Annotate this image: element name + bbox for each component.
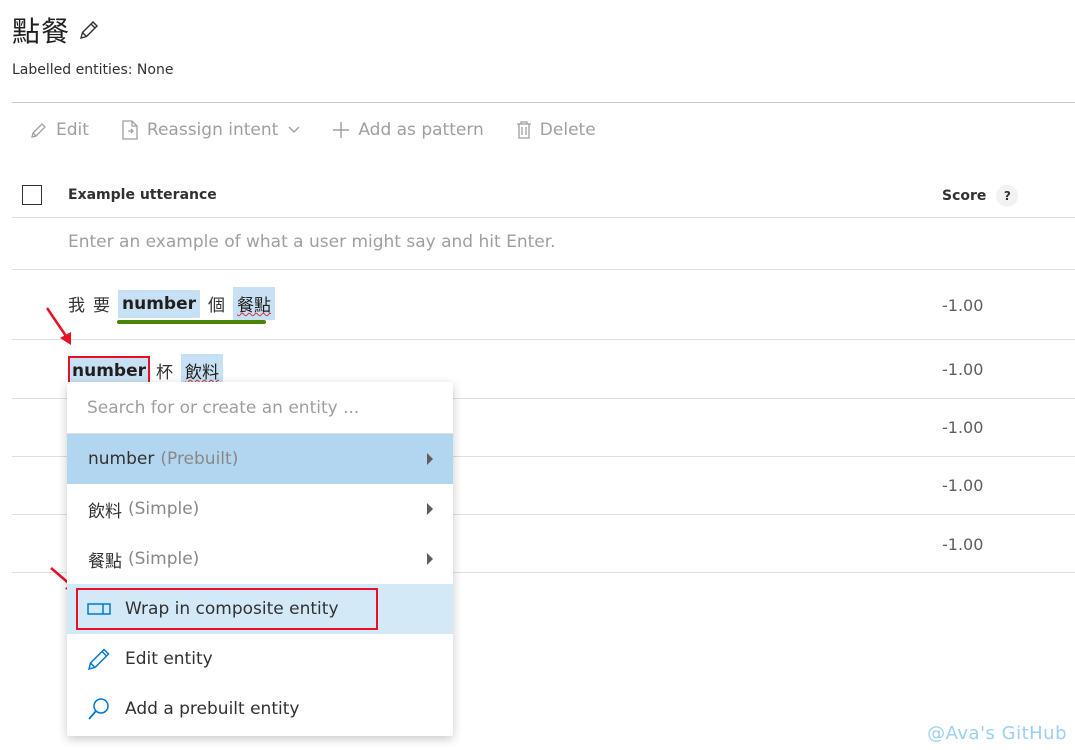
menu-item-number[interactable]: number (Prebuilt) — [67, 434, 453, 484]
score-value: -1.00 — [942, 360, 984, 379]
entity-search-input[interactable]: Search for or create an entity ... — [87, 398, 359, 418]
score-value: -1.00 — [942, 476, 984, 495]
entity-search-field[interactable]: Search for or create an entity ... — [67, 382, 453, 434]
document-icon — [122, 120, 138, 140]
caret-right-icon — [427, 553, 433, 565]
edit-label: Edit — [56, 120, 89, 140]
composite-entity-underline[interactable] — [117, 320, 266, 324]
trash-icon — [516, 121, 531, 139]
score-value: -1.00 — [942, 296, 984, 315]
entity-token-number-selected[interactable]: number — [67, 355, 151, 386]
score-label: Score — [942, 188, 987, 204]
table-header: Example utterance Score ? — [12, 172, 1075, 218]
entity-token-number[interactable]: number — [118, 289, 201, 318]
menu-item-drink[interactable]: 飲料 (Simple) — [67, 484, 453, 534]
column-header-score[interactable]: Score ? — [942, 185, 1019, 207]
menu-item-meal[interactable]: 餐點 (Simple) — [67, 534, 453, 584]
caret-right-icon — [427, 503, 433, 515]
score-value: -1.00 — [942, 418, 984, 437]
entity-context-menu: Search for or create an entity ... numbe… — [67, 382, 453, 736]
edit-entity-label: Edit entity — [125, 649, 213, 669]
divider — [12, 102, 1075, 103]
entity-type: (Simple) — [128, 549, 200, 569]
entity-name: number — [88, 449, 155, 469]
utterance[interactable]: 我 要 number 個 餐點 — [68, 287, 283, 320]
delete-button[interactable]: Delete — [516, 120, 596, 140]
edit-button[interactable]: Edit — [30, 120, 89, 140]
token[interactable]: 要 — [93, 291, 110, 316]
search-icon — [88, 698, 109, 720]
annotation-highlight-box — [76, 588, 378, 630]
watermark: @Ava's GitHub — [927, 723, 1067, 744]
entity-token-meal[interactable]: 餐點 — [233, 287, 276, 320]
toolbar: Edit Reassign intent Add as pattern Dele… — [30, 116, 628, 144]
plus-icon — [333, 122, 350, 138]
edit-title-icon[interactable] — [78, 19, 100, 41]
page-title: 點餐 — [12, 15, 71, 48]
score-value: -1.00 — [942, 535, 984, 554]
entity-type: (Simple) — [128, 499, 200, 519]
add-as-pattern-button[interactable]: Add as pattern — [332, 120, 484, 140]
pencil-icon — [31, 123, 46, 138]
add-prebuilt-label: Add a prebuilt entity — [125, 699, 300, 719]
pencil-icon — [87, 648, 110, 671]
annotation-arrow — [45, 307, 71, 345]
title-row: 點餐 — [12, 10, 100, 50]
add-prebuilt-menu-item[interactable]: Add a prebuilt entity — [67, 684, 453, 734]
entity-type: (Prebuilt) — [160, 449, 239, 469]
entity-name: 飲料 — [88, 501, 122, 522]
reassign-label: Reassign intent — [146, 120, 279, 140]
select-all-checkbox[interactable] — [22, 185, 42, 205]
delete-label: Delete — [539, 120, 596, 140]
new-utterance-row[interactable]: Enter an example of what a user might sa… — [12, 218, 1075, 270]
column-header-utterance[interactable]: Example utterance — [68, 187, 217, 203]
add-pattern-label: Add as pattern — [358, 120, 484, 140]
edit-entity-menu-item[interactable]: Edit entity — [67, 634, 453, 684]
reassign-intent-button[interactable]: Reassign intent — [121, 120, 300, 140]
token[interactable]: 杯 — [156, 358, 173, 383]
token[interactable]: 個 — [208, 291, 225, 316]
help-icon[interactable]: ? — [996, 185, 1019, 207]
caret-right-icon — [427, 453, 433, 465]
table-row[interactable]: 我 要 number 個 餐點 -1.00 — [12, 270, 1075, 340]
chevron-down-icon — [288, 126, 300, 133]
labelled-entities: Labelled entities: None — [12, 62, 174, 78]
entity-name: 餐點 — [88, 551, 122, 572]
utterance-input[interactable]: Enter an example of what a user might sa… — [68, 232, 556, 252]
